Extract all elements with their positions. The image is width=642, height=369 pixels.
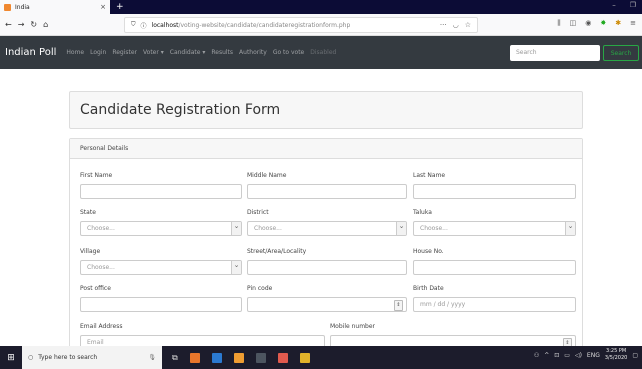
village-label: Village xyxy=(80,248,101,255)
url-host: localhost xyxy=(151,21,179,29)
home-icon[interactable]: ⌂ xyxy=(43,20,48,29)
browser-tab[interactable]: India × xyxy=(0,0,110,14)
new-tab-button[interactable]: + xyxy=(116,2,124,12)
info-icon: ⓘ xyxy=(140,22,147,30)
file-explorer-icon[interactable] xyxy=(211,352,222,363)
nav-menu: Home Login Register Voter ▾ Candidate ▾ … xyxy=(66,49,336,56)
clock-date: 3/5/2020 xyxy=(604,355,628,361)
shield-icon: ⛉ xyxy=(131,21,136,28)
house-no-label: House No. xyxy=(413,248,444,255)
birth-date-field[interactable]: mm / dd / yyyy xyxy=(413,297,576,312)
house-no-field[interactable] xyxy=(413,260,576,275)
nav-login[interactable]: Login xyxy=(90,49,106,56)
task-view-icon[interactable]: ⧉ xyxy=(172,353,178,363)
taskbar-search[interactable]: ○ Type here to search 🎙 xyxy=(22,346,162,369)
nav-disabled: Disabled xyxy=(310,49,337,56)
brand[interactable]: Indian Poll xyxy=(5,47,56,58)
microphone-icon[interactable]: 🎙 xyxy=(148,354,156,361)
library-icon[interactable]: ⫼ xyxy=(557,19,560,28)
state-label: State xyxy=(80,209,96,216)
back-icon[interactable]: ← xyxy=(5,20,12,29)
window-controls: – ❐ xyxy=(612,1,636,9)
search-button[interactable]: Search xyxy=(603,45,639,61)
url-path: /voting-website/candidate/candidateregis… xyxy=(178,21,351,29)
pin-code-label: Pin code xyxy=(247,285,273,292)
mobile-label: Mobile number xyxy=(330,323,376,330)
taskbar-search-text: Type here to search xyxy=(38,354,98,361)
post-office-label: Post office xyxy=(80,285,111,292)
first-name-label: First Name xyxy=(80,172,113,179)
address-bar[interactable]: ⛉ ⓘ localhost/voting-website/candidate/c… xyxy=(124,17,478,33)
nav-authority[interactable]: Authority xyxy=(239,49,267,56)
people-icon[interactable]: ⚇ xyxy=(534,352,539,359)
clock[interactable]: 3:25 PM 3/5/2020 xyxy=(605,348,627,362)
language-indicator[interactable]: ENG xyxy=(587,352,600,359)
firefox-icon[interactable] xyxy=(189,352,200,363)
volume-icon[interactable]: ◁) xyxy=(575,352,582,359)
battery-icon[interactable]: ▭ xyxy=(564,352,570,359)
birth-date-label: Birth Date xyxy=(413,285,444,292)
browser-tab-bar: India × + – ❐ xyxy=(0,0,642,14)
personal-details-card: Personal Details First Name Middle Name … xyxy=(69,138,583,360)
forward-icon[interactable]: → xyxy=(18,20,25,29)
state-select[interactable]: Choose... xyxy=(80,221,242,236)
menu-icon[interactable]: ≡ xyxy=(630,19,636,28)
taluka-select[interactable]: Choose... xyxy=(413,221,576,236)
search-circle-icon: ○ xyxy=(28,354,34,361)
last-name-label: Last Name xyxy=(413,172,446,179)
extension-icon-2[interactable]: ✸ xyxy=(600,19,606,28)
nav-results[interactable]: Results xyxy=(211,49,233,56)
chevron-up-icon[interactable]: ^ xyxy=(544,352,549,359)
clock-time: 3:25 PM xyxy=(606,348,627,354)
last-name-field[interactable] xyxy=(413,184,576,199)
street-field[interactable] xyxy=(247,260,407,275)
village-select[interactable]: Choose... xyxy=(80,260,242,275)
close-tab-icon[interactable]: × xyxy=(100,3,106,11)
post-office-field[interactable] xyxy=(80,297,242,312)
reload-icon[interactable]: ↻ xyxy=(30,20,37,29)
sidebar-icon[interactable]: ◫ xyxy=(570,19,577,28)
windows-start-icon[interactable]: ⊞ xyxy=(0,346,22,369)
restore-icon[interactable]: ❐ xyxy=(630,1,636,9)
app-icon-4[interactable] xyxy=(299,352,310,363)
more-icon[interactable]: ··· xyxy=(440,21,447,29)
extension-icon-3[interactable]: ✱ xyxy=(615,19,621,28)
page-title: Candidate Registration Form xyxy=(69,91,583,129)
district-label: District xyxy=(247,209,269,216)
street-label: Street/Area/Locality xyxy=(247,248,307,255)
app-icon-2[interactable] xyxy=(255,352,266,363)
app-icon[interactable] xyxy=(233,352,244,363)
search-input[interactable]: Search xyxy=(510,45,600,61)
first-name-field[interactable] xyxy=(80,184,242,199)
system-tray: ⚇ ^ ⊡ ▭ ◁) ENG 3:25 PM 3/5/2020 ▢ xyxy=(534,348,638,362)
section-title: Personal Details xyxy=(70,139,582,159)
nav-go-to-vote[interactable]: Go to vote xyxy=(273,49,304,56)
network-icon[interactable]: ⊡ xyxy=(554,352,559,359)
favicon-icon xyxy=(4,3,11,11)
nav-voter[interactable]: Voter ▾ xyxy=(143,49,164,56)
email-label: Email Address xyxy=(80,323,123,330)
browser-toolbar-icons: ⫼ ◫ ◉ ✸ ✱ ≡ xyxy=(557,19,636,28)
notification-icon[interactable]: ▢ xyxy=(632,352,638,359)
bookmark-star-icon[interactable]: ☆ xyxy=(465,21,471,29)
middle-name-label: Middle Name xyxy=(247,172,287,179)
tab-title: India xyxy=(15,3,30,11)
district-select[interactable]: Choose... xyxy=(247,221,407,236)
pocket-icon[interactable]: ◡ xyxy=(453,21,459,29)
taluka-label: Taluka xyxy=(413,209,432,216)
nav-home[interactable]: Home xyxy=(66,49,84,56)
app-icon-3[interactable] xyxy=(277,352,288,363)
taskbar-apps: ⧉ xyxy=(172,352,310,363)
extension-icon[interactable]: ◉ xyxy=(585,19,591,28)
minimize-icon[interactable]: – xyxy=(612,1,616,9)
middle-name-field[interactable] xyxy=(247,184,407,199)
nav-register[interactable]: Register xyxy=(112,49,137,56)
nav-candidate[interactable]: Candidate ▾ xyxy=(170,49,206,56)
pin-code-field[interactable] xyxy=(247,297,407,312)
